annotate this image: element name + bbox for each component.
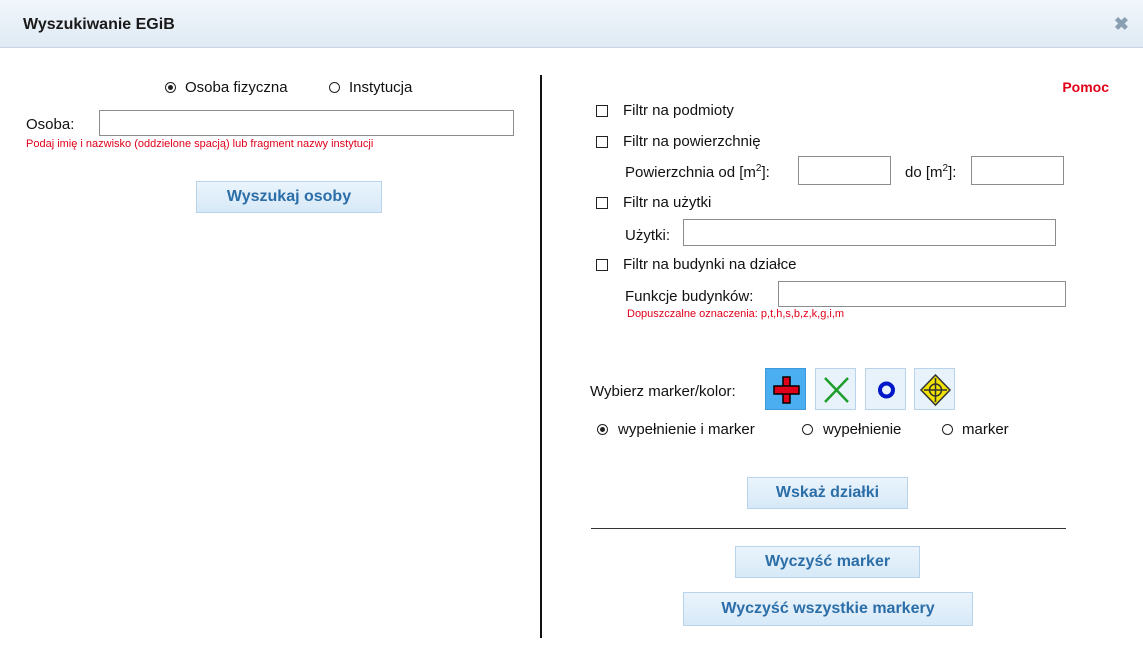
yellow-target-marker-icon[interactable] xyxy=(914,368,955,410)
filter-subjects-label[interactable]: Filtr na podmioty xyxy=(623,102,734,119)
egib-search-dialog: Wyszukiwanie EGiB ✖ Osoba fizyczna Insty… xyxy=(0,0,1143,653)
filter-area-checkbox[interactable] xyxy=(596,136,608,148)
close-icon[interactable]: ✖ xyxy=(1114,15,1129,33)
building-functions-input[interactable] xyxy=(778,281,1066,307)
person-label: Osoba: xyxy=(26,116,75,133)
use-label: Użytki: xyxy=(625,227,670,244)
filter-subjects-checkbox[interactable] xyxy=(596,105,608,117)
building-functions-label: Funkcje budynków: xyxy=(625,288,754,305)
person-hint: Podaj imię i nazwisko (oddzielone spacją… xyxy=(26,138,374,150)
show-parcels-button[interactable]: Wskaż działki xyxy=(747,477,908,509)
radio-institution[interactable] xyxy=(329,82,340,93)
mode-fill-and-marker-radio[interactable] xyxy=(597,424,608,435)
search-persons-button[interactable]: Wyszukaj osoby xyxy=(196,181,382,213)
mode-marker-label[interactable]: marker xyxy=(962,421,1009,438)
clear-marker-button[interactable]: Wyczyść marker xyxy=(735,546,920,578)
marker-label: Wybierz marker/kolor: xyxy=(590,383,736,400)
dialog-titlebar: Wyszukiwanie EGiB ✖ xyxy=(0,0,1143,48)
red-cross-marker-icon[interactable] xyxy=(765,368,806,410)
radio-person-label[interactable]: Osoba fizyczna xyxy=(185,79,288,96)
mode-fill-and-marker-label[interactable]: wypełnienie i marker xyxy=(618,421,755,438)
mode-fill-label[interactable]: wypełnienie xyxy=(823,421,901,438)
area-to-input[interactable] xyxy=(971,156,1064,185)
filter-use-label[interactable]: Filtr na użytki xyxy=(623,194,711,211)
mode-fill-radio[interactable] xyxy=(802,424,813,435)
person-input[interactable] xyxy=(99,110,514,136)
area-from-label: Powierzchnia od [m2]: xyxy=(625,163,770,181)
section-divider xyxy=(591,528,1066,529)
help-link[interactable]: Pomoc xyxy=(1062,79,1109,95)
filter-buildings-checkbox[interactable] xyxy=(596,259,608,271)
clear-all-markers-button[interactable]: Wyczyść wszystkie markery xyxy=(683,592,973,626)
dialog-title: Wyszukiwanie EGiB xyxy=(23,16,175,33)
use-input[interactable] xyxy=(683,219,1056,246)
area-to-label: do [m2]: xyxy=(905,163,957,181)
area-from-input[interactable] xyxy=(798,156,891,185)
green-x-marker-icon[interactable] xyxy=(815,368,856,410)
panel-divider xyxy=(540,75,542,638)
radio-institution-label[interactable]: Instytucja xyxy=(349,79,412,96)
filter-use-checkbox[interactable] xyxy=(596,197,608,209)
filter-buildings-label[interactable]: Filtr na budynki na działce xyxy=(623,256,796,273)
filter-area-label[interactable]: Filtr na powierzchnię xyxy=(623,133,761,150)
radio-person[interactable] xyxy=(165,82,176,93)
building-hint: Dopuszczalne oznaczenia: p,t,h,s,b,z,k,g… xyxy=(627,308,845,320)
blue-ring-marker-icon[interactable] xyxy=(865,368,906,410)
mode-marker-radio[interactable] xyxy=(942,424,953,435)
